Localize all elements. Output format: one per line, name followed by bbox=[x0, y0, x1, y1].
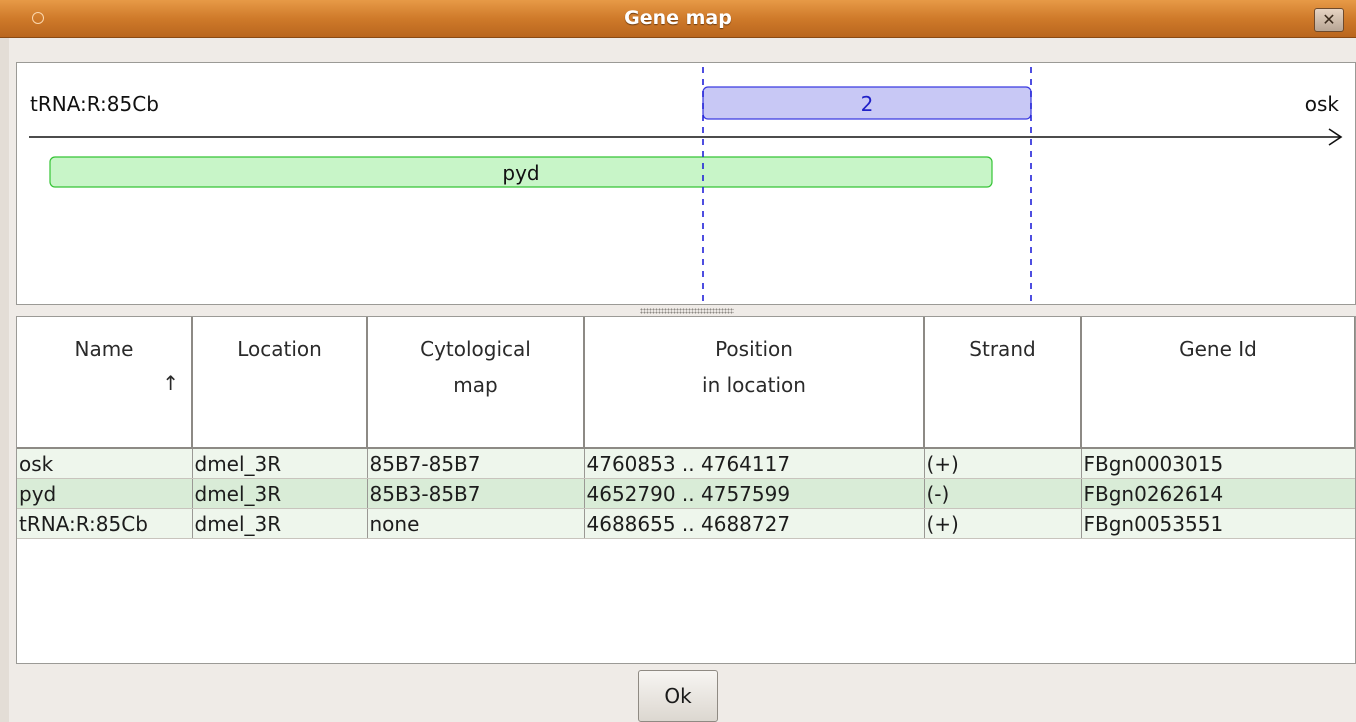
cell-strand: (+) bbox=[924, 448, 1082, 479]
gene-bar-label: pyd bbox=[502, 161, 539, 185]
window-border bbox=[0, 38, 9, 722]
column-header-label: Position bbox=[715, 337, 793, 361]
cell-gene-id: FBgn0053551 bbox=[1081, 508, 1355, 539]
gene-map-panel: tRNA:R:85Cb osk 2 pyd bbox=[16, 62, 1356, 305]
column-header-strand[interactable]: Strand bbox=[924, 317, 1082, 449]
map-left-label: tRNA:R:85Cb bbox=[30, 92, 159, 116]
cell-location: dmel_3R bbox=[192, 448, 368, 479]
sort-ascending-icon: ↑ bbox=[162, 371, 179, 395]
table-row[interactable]: pyd dmel_3R 85B3-85B7 4652790 .. 4757599… bbox=[17, 478, 1355, 509]
gene-map-canvas: tRNA:R:85Cb osk 2 pyd bbox=[29, 67, 1343, 304]
window-title: Gene map bbox=[624, 7, 732, 29]
cell-strand: (+) bbox=[924, 508, 1082, 539]
cell-cytological-map: 85B7-85B7 bbox=[367, 448, 585, 479]
cell-name: osk bbox=[17, 448, 193, 479]
table-header: Name ↑ Location Cytological map Position… bbox=[17, 317, 1355, 449]
column-header-position[interactable]: Position in location bbox=[584, 317, 925, 449]
cell-position: 4760853 .. 4764117 bbox=[584, 448, 925, 479]
column-header-label-line2: in location bbox=[702, 373, 806, 397]
cell-location: dmel_3R bbox=[192, 508, 368, 539]
close-button[interactable]: ✕ bbox=[1314, 8, 1344, 32]
column-header-gene-id[interactable]: Gene Id bbox=[1081, 317, 1355, 449]
gene-table: Name ↑ Location Cytological map Position… bbox=[16, 316, 1356, 664]
table-row[interactable]: osk dmel_3R 85B7-85B7 4760853 .. 4764117… bbox=[17, 448, 1355, 479]
column-header-label: Gene Id bbox=[1179, 337, 1257, 361]
cell-location: dmel_3R bbox=[192, 478, 368, 509]
title-bar: Gene map ✕ bbox=[0, 0, 1356, 38]
cell-gene-id: FBgn0262614 bbox=[1081, 478, 1355, 509]
cell-cytological-map: none bbox=[367, 508, 585, 539]
cell-name: pyd bbox=[17, 478, 193, 509]
column-header-label-line2: map bbox=[453, 373, 498, 397]
cell-gene-id: FBgn0003015 bbox=[1081, 448, 1355, 479]
cell-position: 4688655 .. 4688727 bbox=[584, 508, 925, 539]
column-header-label: Name bbox=[74, 337, 134, 361]
map-right-label: osk bbox=[1305, 92, 1340, 116]
cell-name: tRNA:R:85Cb bbox=[17, 508, 193, 539]
table-row[interactable]: tRNA:R:85Cb dmel_3R none 4688655 .. 4688… bbox=[17, 508, 1355, 539]
column-header-location[interactable]: Location bbox=[192, 317, 368, 449]
column-header-name[interactable]: Name ↑ bbox=[17, 317, 193, 449]
region-label: 2 bbox=[861, 92, 874, 116]
cell-cytological-map: 85B3-85B7 bbox=[367, 478, 585, 509]
splitter-handle[interactable] bbox=[640, 308, 734, 314]
ok-button[interactable]: Ok bbox=[638, 670, 718, 722]
column-header-label: Location bbox=[237, 337, 322, 361]
cell-strand: (-) bbox=[924, 478, 1082, 509]
column-header-label: Strand bbox=[969, 337, 1036, 361]
column-header-cytological-map[interactable]: Cytological map bbox=[367, 317, 585, 449]
column-header-label: Cytological bbox=[420, 337, 531, 361]
cell-position: 4652790 .. 4757599 bbox=[584, 478, 925, 509]
